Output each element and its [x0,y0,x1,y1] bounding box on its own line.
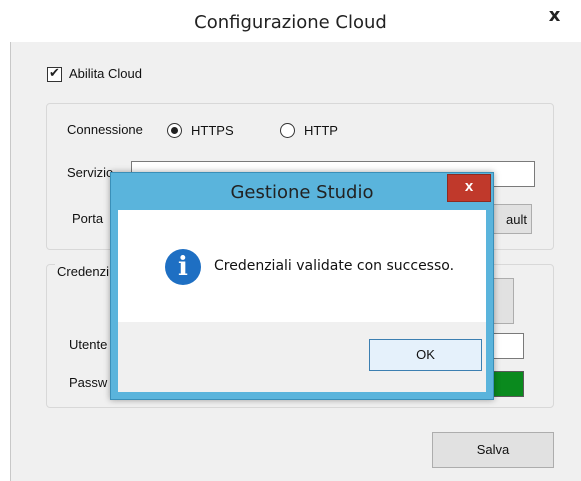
title-bar: Configurazione Cloud x [0,0,581,42]
dialog-title: Gestione Studio [230,182,374,203]
credentials-group-label: Credenzi [55,264,112,279]
user-label: Utente [69,337,108,352]
http-radio[interactable] [280,123,295,138]
window-title: Configurazione Cloud [194,12,387,33]
port-label: Porta [72,211,104,226]
service-label: Servizio [67,165,114,180]
dialog-body: i Credenziali validate con successo. [118,210,486,322]
info-icon: i [165,249,201,285]
configurazione-cloud-window: Configurazione Cloud x ✔ Abilita Cloud C… [0,0,581,481]
ok-button[interactable]: OK [369,339,482,371]
password-label: Passw [69,375,108,390]
connection-label: Connessione [67,122,143,137]
checkbox-box[interactable]: ✔ [47,65,62,82]
dialog-close-button[interactable]: x [447,174,491,202]
window-close-button[interactable]: x [528,0,581,32]
dialog-footer: OK [118,322,486,392]
http-radio-label: HTTP [304,123,338,138]
check-icon: ✔ [49,65,60,80]
dialog-message: Credenziali validate con successo. [214,258,455,274]
message-dialog: Gestione Studio x i Credenziali validate… [110,172,494,400]
https-radio-label: HTTPS [191,123,234,138]
https-radio[interactable] [167,123,182,138]
enable-cloud-label: Abilita Cloud [69,66,142,81]
save-button[interactable]: Salva [432,432,554,468]
